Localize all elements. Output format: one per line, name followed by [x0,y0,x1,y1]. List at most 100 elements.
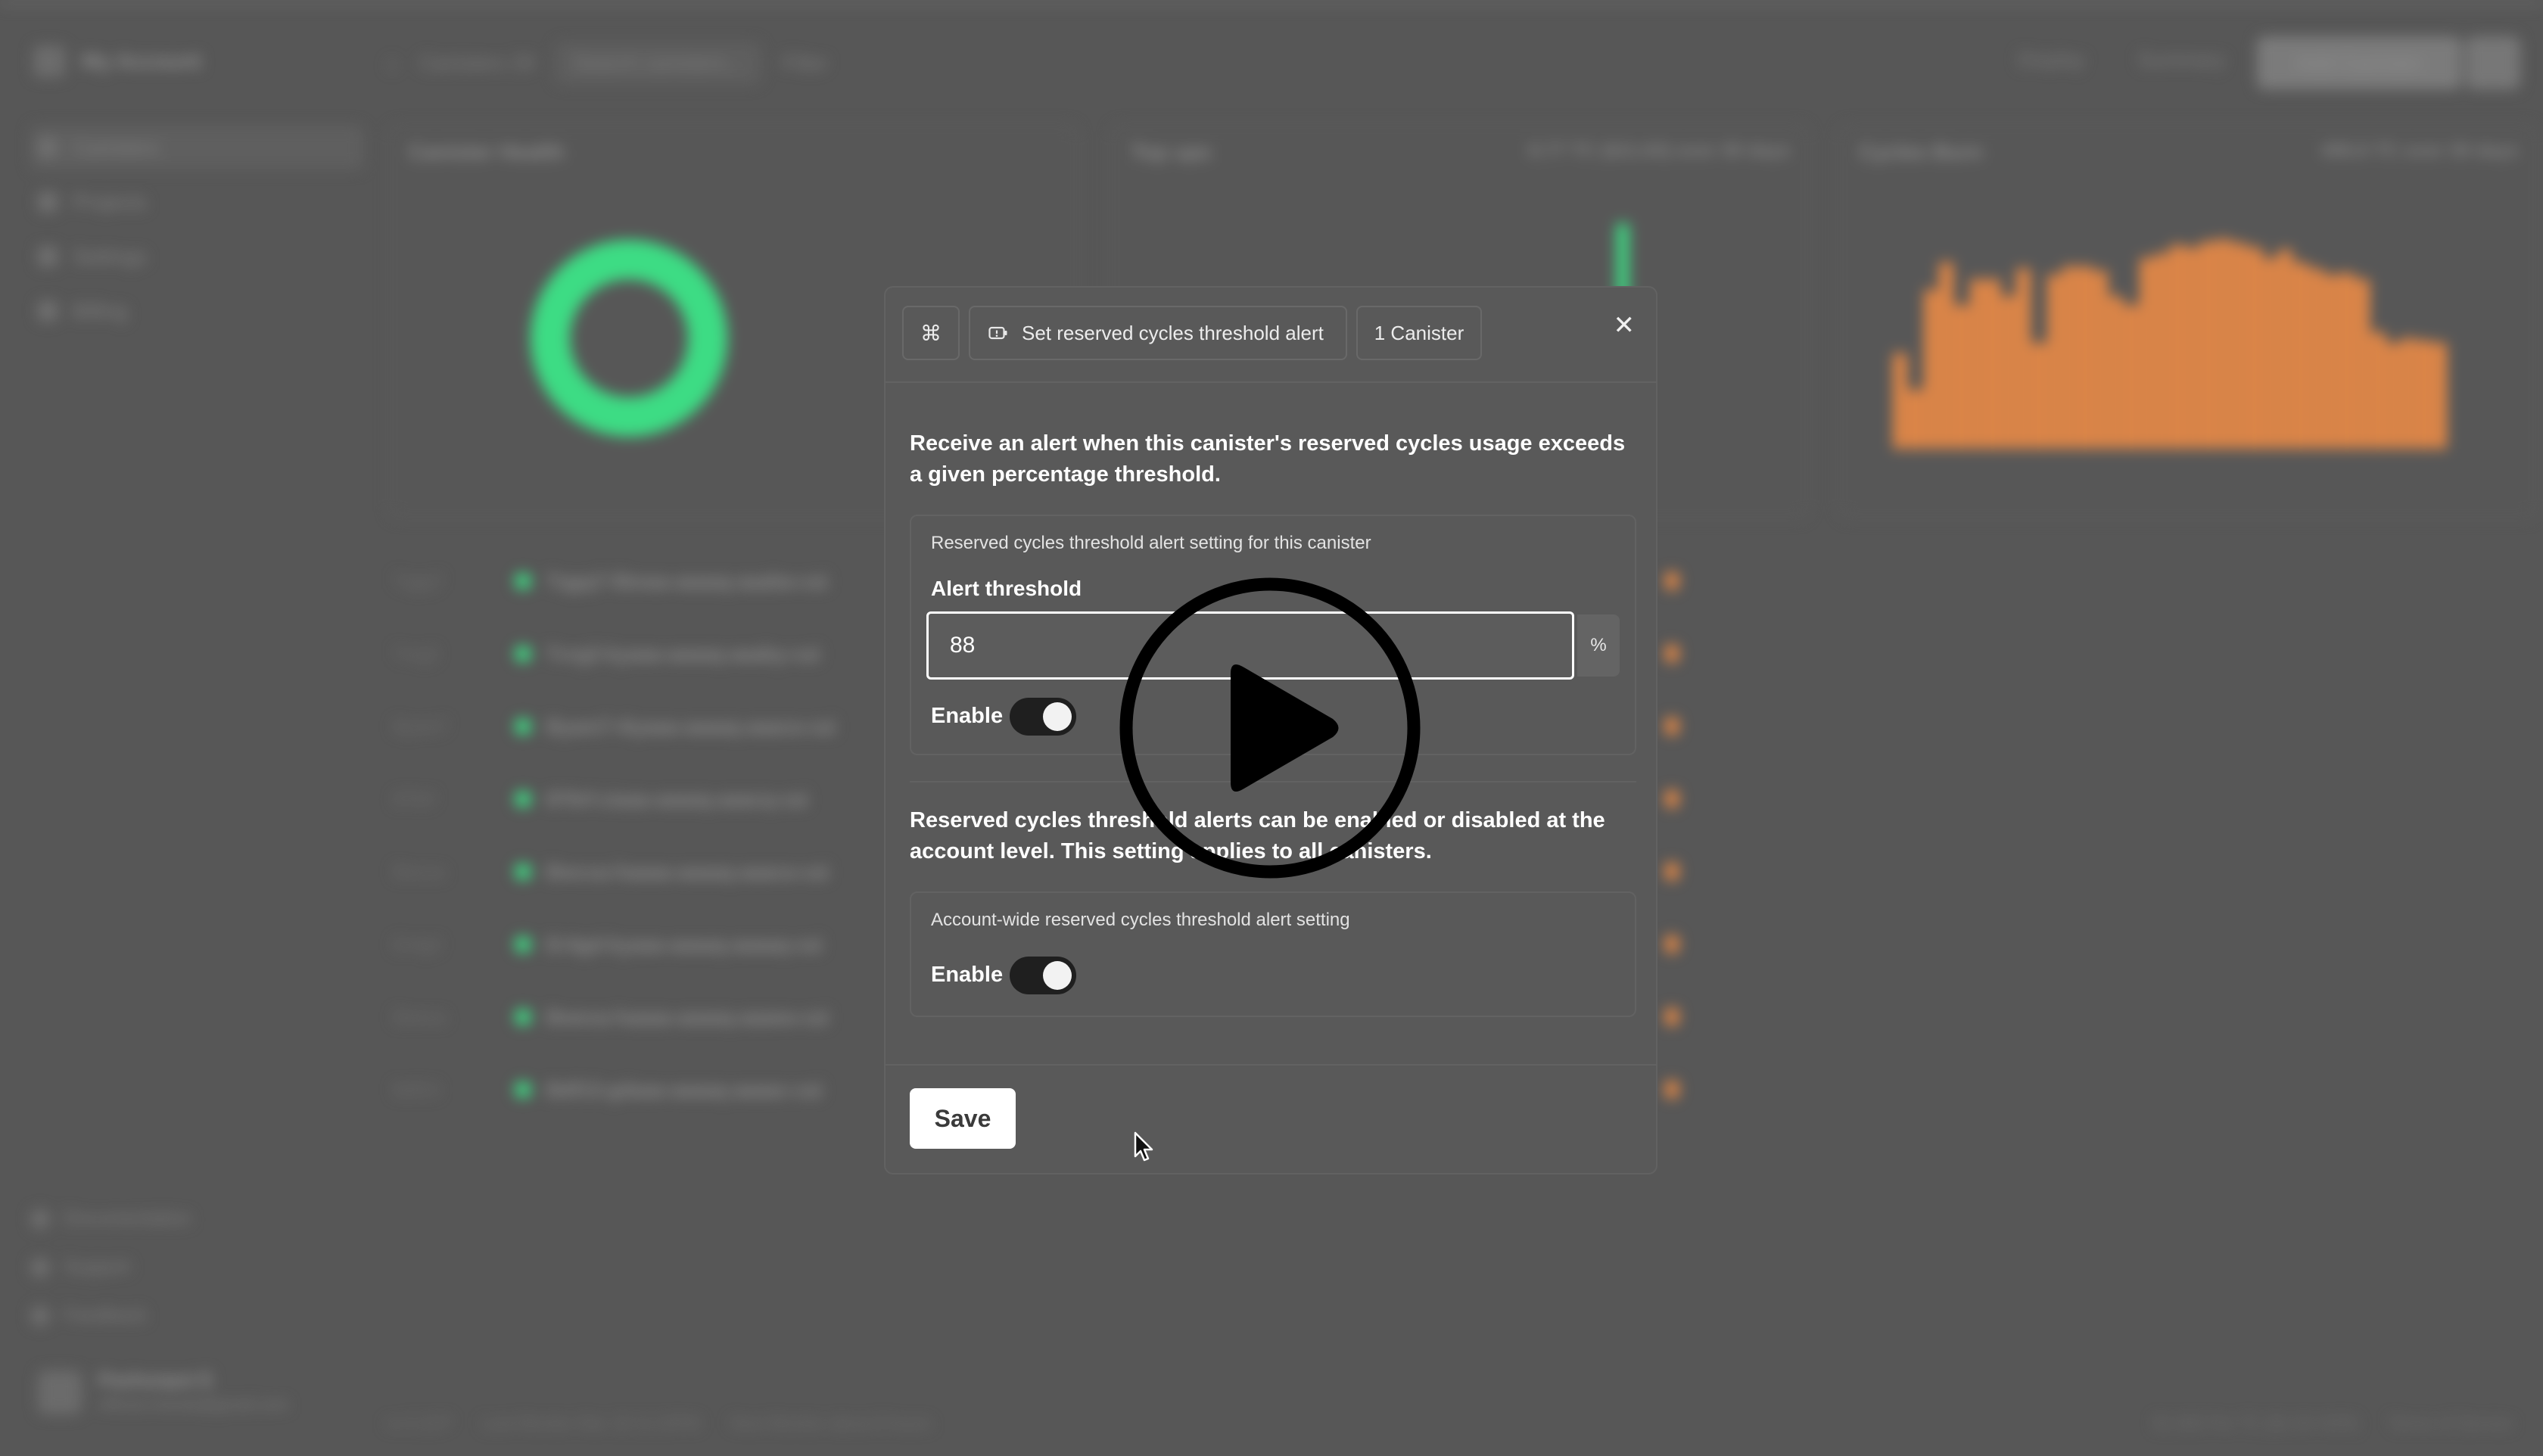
fire-icon [1665,1008,1679,1026]
display-button[interactable]: Display [2018,48,2085,72]
fire-icon [1665,790,1679,808]
burn-bar [1970,279,1984,449]
status-bar-right: $1.665 Per TC ($1.53 XDR) Terms of Servi… [2153,1414,2513,1433]
command-chip[interactable]: ⌘ [902,306,960,360]
row-details [1665,572,1679,590]
burn-bar [1909,389,1922,449]
burn-bar [2140,258,2154,449]
search-input[interactable]: Search canisters... [555,42,761,84]
fire-icon [1665,935,1679,954]
home-icon[interactable]: ⌂ [386,51,398,75]
account-enable-toggle[interactable] [1010,957,1076,994]
account-enable-label: Enable [931,963,1004,987]
add-canister-button[interactable]: Add Canister [2257,36,2461,89]
sidebar-item-label: Projects [73,190,147,213]
card-stat: 406.6 TC over 30 days [2320,140,2519,161]
toggle-knob [1043,702,1072,731]
burn-bar [1955,304,1969,449]
row-details [1665,1008,1679,1026]
sidebar-item-canisters[interactable]: Canisters [30,126,363,170]
canister-short-id: Bwcxa [394,861,445,882]
add-menu-button[interactable] [2466,36,2520,89]
burn-bar [1940,262,1953,449]
fire-icon [1665,717,1679,736]
user-name: Pashunpoi E [98,1370,213,1391]
canister-name: Tvrg2-kyaaa-aaaaq-aaaby-cai [546,642,820,665]
row-details [1665,1081,1679,1099]
folder-icon [38,192,58,212]
burn-bar [2278,249,2292,449]
last-monitor: Last Monitor Mar 18 11:23PM [481,1414,700,1433]
canister-name: Er4gd-kyaaa-aaaaq-aaaaq-cai [546,932,823,956]
card-title: Top ups [1131,140,1212,163]
row-details [1665,790,1679,808]
row-details [1665,717,1679,736]
gear-icon [38,247,58,266]
burn-bar [2202,241,2215,449]
enable-label: Enable [931,704,1004,728]
canister-short-id: Er4gd [394,934,440,954]
card-title: Cycles Burn [1859,140,1983,163]
dialog-footer: Save [886,1064,1656,1173]
cycles-burn-card: Cycles Burn 406.6 TC over 30 days [1839,125,2537,518]
canister-count-label: 1 Canister [1374,321,1464,344]
axis-tick [1780,206,1785,223]
burn-bar [2001,296,2015,449]
mouse-cursor-icon [1134,1131,1153,1162]
top-actions: Display Summary [2018,48,2225,72]
alert-battery-icon [988,326,1007,340]
action-chip[interactable]: Set reserved cycles threshold alert [969,306,1347,360]
burn-bar [2186,247,2200,449]
sidebar-item-label: Settings [73,244,147,268]
play-icon[interactable] [1117,575,1423,881]
burn-bar [2078,266,2092,449]
burn-bar [2417,341,2431,449]
sidebar-item-projects[interactable]: Projects [30,180,363,224]
burn-bar [2047,275,2061,449]
canister-count-chip[interactable]: 1 Canister [1356,306,1482,360]
fire-icon [1665,1081,1679,1099]
canister-name: 8T6rf-ziaaa-aaaaq-aaacq-cai [546,787,808,810]
dialog-description: Receive an alert when this canister's re… [910,431,1626,487]
summary-button[interactable]: Summary [2137,48,2225,72]
burn-bar [1894,353,1907,449]
close-icon[interactable]: ✕ [1614,310,1636,341]
fire-icon [1665,572,1679,590]
sidebar-item-documentation[interactable]: Documentation [30,1208,191,1230]
canister-name: Bwcxa-haaaa-aaaaq-aaaca-cai [546,860,829,883]
sidebar-item-feedback[interactable]: Feedback [30,1305,147,1327]
account-avatar [33,45,65,77]
terms-link[interactable]: Terms of Service [2389,1414,2513,1433]
burn-bar [2325,275,2339,449]
next-monitor: Next Monitor about 8 hours [730,1414,932,1433]
filter-button[interactable]: Filter [782,51,827,75]
toggle-knob [1043,961,1072,990]
burn-bar [2016,269,2031,449]
percent-unit: % [1577,614,1620,677]
account-name: My Account [82,49,201,73]
sidebar-item-settings[interactable]: Settings [30,235,363,278]
fire-icon [1665,645,1679,663]
book-icon [30,1209,50,1229]
user-menu[interactable]: Pashunpoi E official.chanda@gmail.com [38,1370,288,1414]
burn-bar [2248,247,2261,449]
breadcrumb[interactable]: Canisters 29 [419,51,534,75]
sidebar: My Account Canisters Projects Settings B… [0,0,378,1456]
sidebar-item-billing[interactable]: Billing [30,289,363,333]
card-stat: 8.77 TC ($11.63) over 30 days [1528,140,1791,161]
status-dot [515,718,531,735]
canister-enable-toggle[interactable] [1010,698,1076,736]
burn-bar [2032,343,2046,449]
action-chip-label: Set reserved cycles threshold alert [1022,321,1324,344]
avatar [38,1370,82,1414]
save-button[interactable]: Save [910,1088,1016,1149]
cycles-burn-bars [1894,237,2446,449]
burn-bar [2062,266,2077,449]
canister-short-id: Bwexa [394,1006,447,1027]
burn-bar [2171,245,2184,449]
status-dot [515,863,531,880]
burn-bar [2232,243,2246,449]
sidebar-item-support[interactable]: Support [30,1256,130,1278]
canister-short-id: Bdf13 [394,1079,440,1100]
account-switcher[interactable]: My Account [33,45,201,77]
